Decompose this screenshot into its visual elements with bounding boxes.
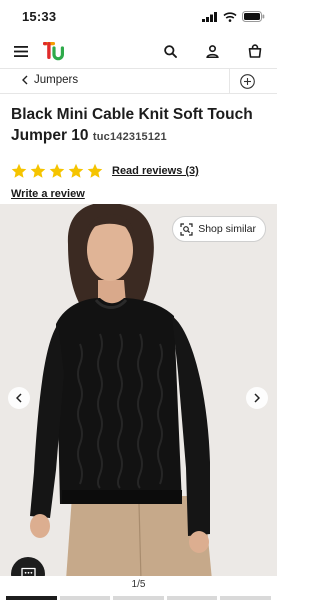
status-time: 15:33 xyxy=(22,9,57,24)
breadcrumb-label: Jumpers xyxy=(34,74,79,86)
menu-button[interactable] xyxy=(8,38,34,64)
chevron-left-icon xyxy=(22,75,28,85)
chevron-left-icon xyxy=(16,393,22,403)
basket-icon xyxy=(248,44,262,58)
search-icon xyxy=(163,44,177,58)
wifi-icon xyxy=(223,11,237,22)
gallery-next-button[interactable] xyxy=(246,387,268,409)
gallery-pager-text: 1/5 xyxy=(131,579,146,590)
star-icon xyxy=(11,163,27,178)
read-reviews-link[interactable]: Read reviews (3) xyxy=(112,165,199,177)
write-review-link[interactable]: Write a review xyxy=(11,188,85,200)
search-button[interactable] xyxy=(157,38,183,64)
star-icon xyxy=(49,163,65,178)
breadcrumb: Jumpers xyxy=(0,68,277,94)
star-icon xyxy=(68,163,84,178)
chevron-right-icon xyxy=(254,393,260,403)
product-photo xyxy=(0,204,277,580)
gallery-thumb[interactable] xyxy=(59,596,111,600)
account-icon xyxy=(205,44,219,58)
plus-circle-icon[interactable] xyxy=(239,73,256,90)
gallery-thumb[interactable] xyxy=(166,596,218,600)
star-icon xyxy=(87,163,103,178)
status-icons xyxy=(202,11,265,22)
gallery-thumb[interactable] xyxy=(6,596,57,600)
tu-logo[interactable] xyxy=(42,39,66,63)
account-button[interactable] xyxy=(199,38,225,64)
breadcrumb-back-link[interactable]: Jumpers xyxy=(22,74,78,86)
gallery-thumbnail-strip xyxy=(0,596,277,600)
basket-button[interactable] xyxy=(242,38,268,64)
gallery-prev-button[interactable] xyxy=(8,387,30,409)
app-header xyxy=(0,34,277,68)
product-image-gallery[interactable]: Shop similar xyxy=(0,204,277,580)
product-code: tuc142315121 xyxy=(92,131,167,143)
gallery-thumb[interactable] xyxy=(220,596,271,600)
visual-search-icon xyxy=(180,222,193,236)
shop-similar-label: Shop similar xyxy=(198,223,256,235)
status-bar: 15:33 xyxy=(0,0,277,34)
product-title: Black Mini Cable Knit Soft Touch Jumper … xyxy=(11,104,273,148)
battery-icon xyxy=(242,11,265,22)
gallery-pager: 1/5 xyxy=(0,576,277,600)
menu-icon xyxy=(14,45,28,57)
star-rating xyxy=(11,163,103,179)
signal-icon xyxy=(202,11,217,22)
shop-similar-button[interactable]: Shop similar xyxy=(172,216,266,242)
star-icon xyxy=(30,163,46,178)
rating-row: Read reviews (3) xyxy=(11,163,199,179)
breadcrumb-divider xyxy=(229,69,230,93)
tu-logo-mark xyxy=(43,42,64,61)
gallery-thumb[interactable] xyxy=(113,596,164,600)
